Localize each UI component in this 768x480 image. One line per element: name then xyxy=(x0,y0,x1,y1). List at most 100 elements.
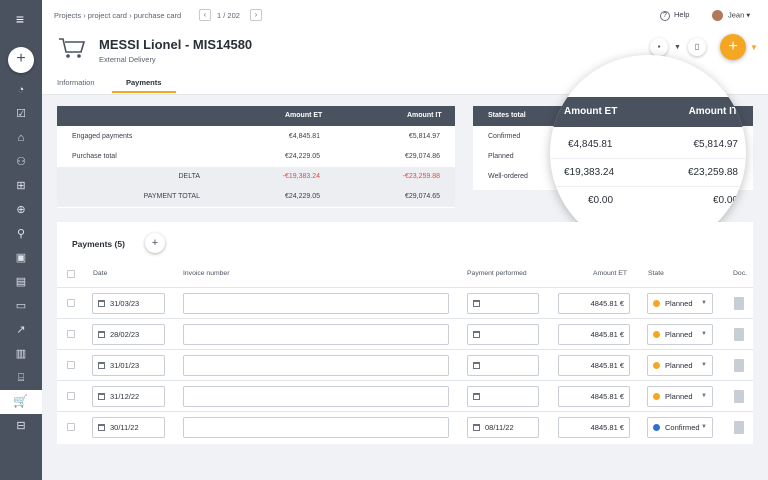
education-icon[interactable]: ⌂ xyxy=(11,130,31,146)
row-checkbox[interactable] xyxy=(67,361,75,369)
add-payment-button[interactable]: + xyxy=(145,233,165,253)
avatar xyxy=(712,10,723,21)
summary-row-delta: DELTA -€19,383.24 -€23,259.88 xyxy=(57,167,455,187)
bank-icon[interactable]: ⌸ xyxy=(11,370,31,386)
invoice-number-input[interactable] xyxy=(183,417,449,438)
amount-input[interactable]: 4845.81 € xyxy=(558,386,630,407)
date-input[interactable]: 30/11/22 xyxy=(92,417,165,438)
row-checkbox[interactable] xyxy=(67,392,75,400)
doc-icon[interactable] xyxy=(734,421,744,434)
users-icon[interactable]: ⚇ xyxy=(11,154,31,170)
help-button[interactable]: ? Help xyxy=(660,10,689,21)
payment-performed-input[interactable]: 08/11/22 xyxy=(467,417,539,438)
sidebar-item-purchases[interactable]: 🛒 xyxy=(0,390,42,414)
row-checkbox[interactable] xyxy=(67,423,75,431)
table-row: 31/03/23 4845.81 € Planned ▼ xyxy=(57,287,753,318)
payment-performed-input[interactable] xyxy=(467,293,539,314)
briefcase-icon[interactable]: ▣ xyxy=(11,250,31,266)
invoice-number-input[interactable] xyxy=(183,386,449,407)
table-row: 28/02/23 4845.81 € Planned ▼ xyxy=(57,318,753,349)
network-icon[interactable]: ⊟ xyxy=(11,418,31,434)
state-select[interactable]: Confirmed ▼ xyxy=(647,417,713,438)
summary-header: Amount ET Amount IT xyxy=(57,106,455,126)
calendar-icon xyxy=(473,331,480,338)
state-select[interactable]: Planned ▼ xyxy=(647,324,713,345)
status-dot xyxy=(653,362,660,369)
doc-icon[interactable] xyxy=(734,328,744,341)
calendar-icon xyxy=(473,424,480,431)
menu-icon[interactable]: ≡ xyxy=(13,12,27,26)
chart-icon[interactable]: ↗ xyxy=(11,322,31,338)
pin-icon[interactable]: ⚲ xyxy=(11,226,31,242)
row-checkbox[interactable] xyxy=(67,299,75,307)
chevron-down-icon: ▼ xyxy=(701,331,707,337)
doc-icon[interactable] xyxy=(734,359,744,372)
amount-input[interactable]: 4845.81 € xyxy=(558,324,630,345)
amount-input[interactable]: 4845.81 € xyxy=(558,417,630,438)
org-chart-icon[interactable]: ⊞ xyxy=(11,178,31,194)
doc-icon[interactable] xyxy=(734,297,744,310)
states-title: States total xyxy=(488,112,526,119)
doc-icon[interactable] xyxy=(734,390,744,403)
amount-input[interactable]: 4845.81 € xyxy=(558,355,630,376)
status-dot xyxy=(653,424,660,431)
tasks-icon[interactable]: ☑ xyxy=(11,106,31,122)
target-icon[interactable]: ⊕ xyxy=(11,202,31,218)
active-tab-indicator xyxy=(112,91,176,93)
column-amount-it: Amount IT xyxy=(407,112,442,119)
payment-performed-input[interactable] xyxy=(467,386,539,407)
table-row: 31/12/22 4845.81 € Planned ▼ xyxy=(57,380,753,411)
date-input[interactable]: 31/01/23 xyxy=(92,355,165,376)
state-select[interactable]: Planned ▼ xyxy=(647,386,713,407)
chevron-down-icon[interactable]: ▼ xyxy=(674,44,681,51)
calendar-icon xyxy=(473,393,480,400)
page-title: MESSI Lionel - MIS14580 xyxy=(99,37,253,52)
breadcrumb-projects[interactable]: Projects xyxy=(54,11,81,20)
user-menu[interactable]: Jean ▾ xyxy=(712,10,750,21)
summary-row-total: PAYMENT TOTAL €24,229.05 €29,074.65 xyxy=(57,187,455,207)
chevron-down-icon: ▼ xyxy=(701,393,707,399)
invoice-icon[interactable]: ▥ xyxy=(11,346,31,362)
breadcrumb-project-card[interactable]: project card xyxy=(88,11,127,20)
calendar-icon xyxy=(98,300,105,307)
date-input[interactable]: 31/03/23 xyxy=(92,293,165,314)
status-dot xyxy=(653,300,660,307)
date-input[interactable]: 31/12/22 xyxy=(92,386,165,407)
tab-information[interactable]: Information xyxy=(57,78,95,87)
comment-button[interactable]: ▪ xyxy=(650,38,668,56)
invoice-number-input[interactable] xyxy=(183,355,449,376)
date-input[interactable]: 28/02/23 xyxy=(92,324,165,345)
page-subtitle: External Delivery xyxy=(99,55,156,64)
state-select[interactable]: Planned ▼ xyxy=(647,293,713,314)
prev-record-button[interactable]: ‹ xyxy=(199,9,211,21)
payment-summary-table: Amount ET Amount IT Engaged payments €4,… xyxy=(57,106,455,208)
add-action-button[interactable]: + xyxy=(720,34,746,60)
invoice-number-input[interactable] xyxy=(183,293,449,314)
select-all-checkbox[interactable] xyxy=(67,270,75,278)
table-row: 30/11/22 08/11/22 4845.81 € Confirmed ▼ xyxy=(57,411,753,442)
state-select[interactable]: Planned ▼ xyxy=(647,355,713,376)
calendar-icon xyxy=(98,393,105,400)
cart-icon xyxy=(59,38,86,58)
breadcrumb: Projects › project card › purchase card xyxy=(54,11,182,20)
payment-performed-input[interactable] xyxy=(467,355,539,376)
summary-row: Purchase total €24,229.05 €29,074.86 xyxy=(72,153,440,160)
document-button[interactable]: ▯ xyxy=(688,38,706,56)
payment-performed-input[interactable] xyxy=(467,324,539,345)
calendar-icon xyxy=(473,362,480,369)
document-icon[interactable]: ▭ xyxy=(11,298,31,314)
chevron-down-icon: ▼ xyxy=(701,424,707,430)
invoice-number-input[interactable] xyxy=(183,324,449,345)
calendar-icon xyxy=(98,362,105,369)
column-amount: Amount ET xyxy=(593,270,627,277)
dashboard-icon[interactable]: ◔ xyxy=(11,82,31,98)
report-icon[interactable]: ▤ xyxy=(11,274,31,290)
amount-input[interactable]: 4845.81 € xyxy=(558,293,630,314)
plus-icon[interactable]: + xyxy=(8,47,34,73)
tab-payments[interactable]: Payments xyxy=(126,78,161,87)
row-checkbox[interactable] xyxy=(67,330,75,338)
next-record-button[interactable]: › xyxy=(250,9,262,21)
status-dot xyxy=(653,331,660,338)
chevron-down-icon[interactable]: ▼ xyxy=(750,43,758,52)
calendar-icon xyxy=(98,424,105,431)
